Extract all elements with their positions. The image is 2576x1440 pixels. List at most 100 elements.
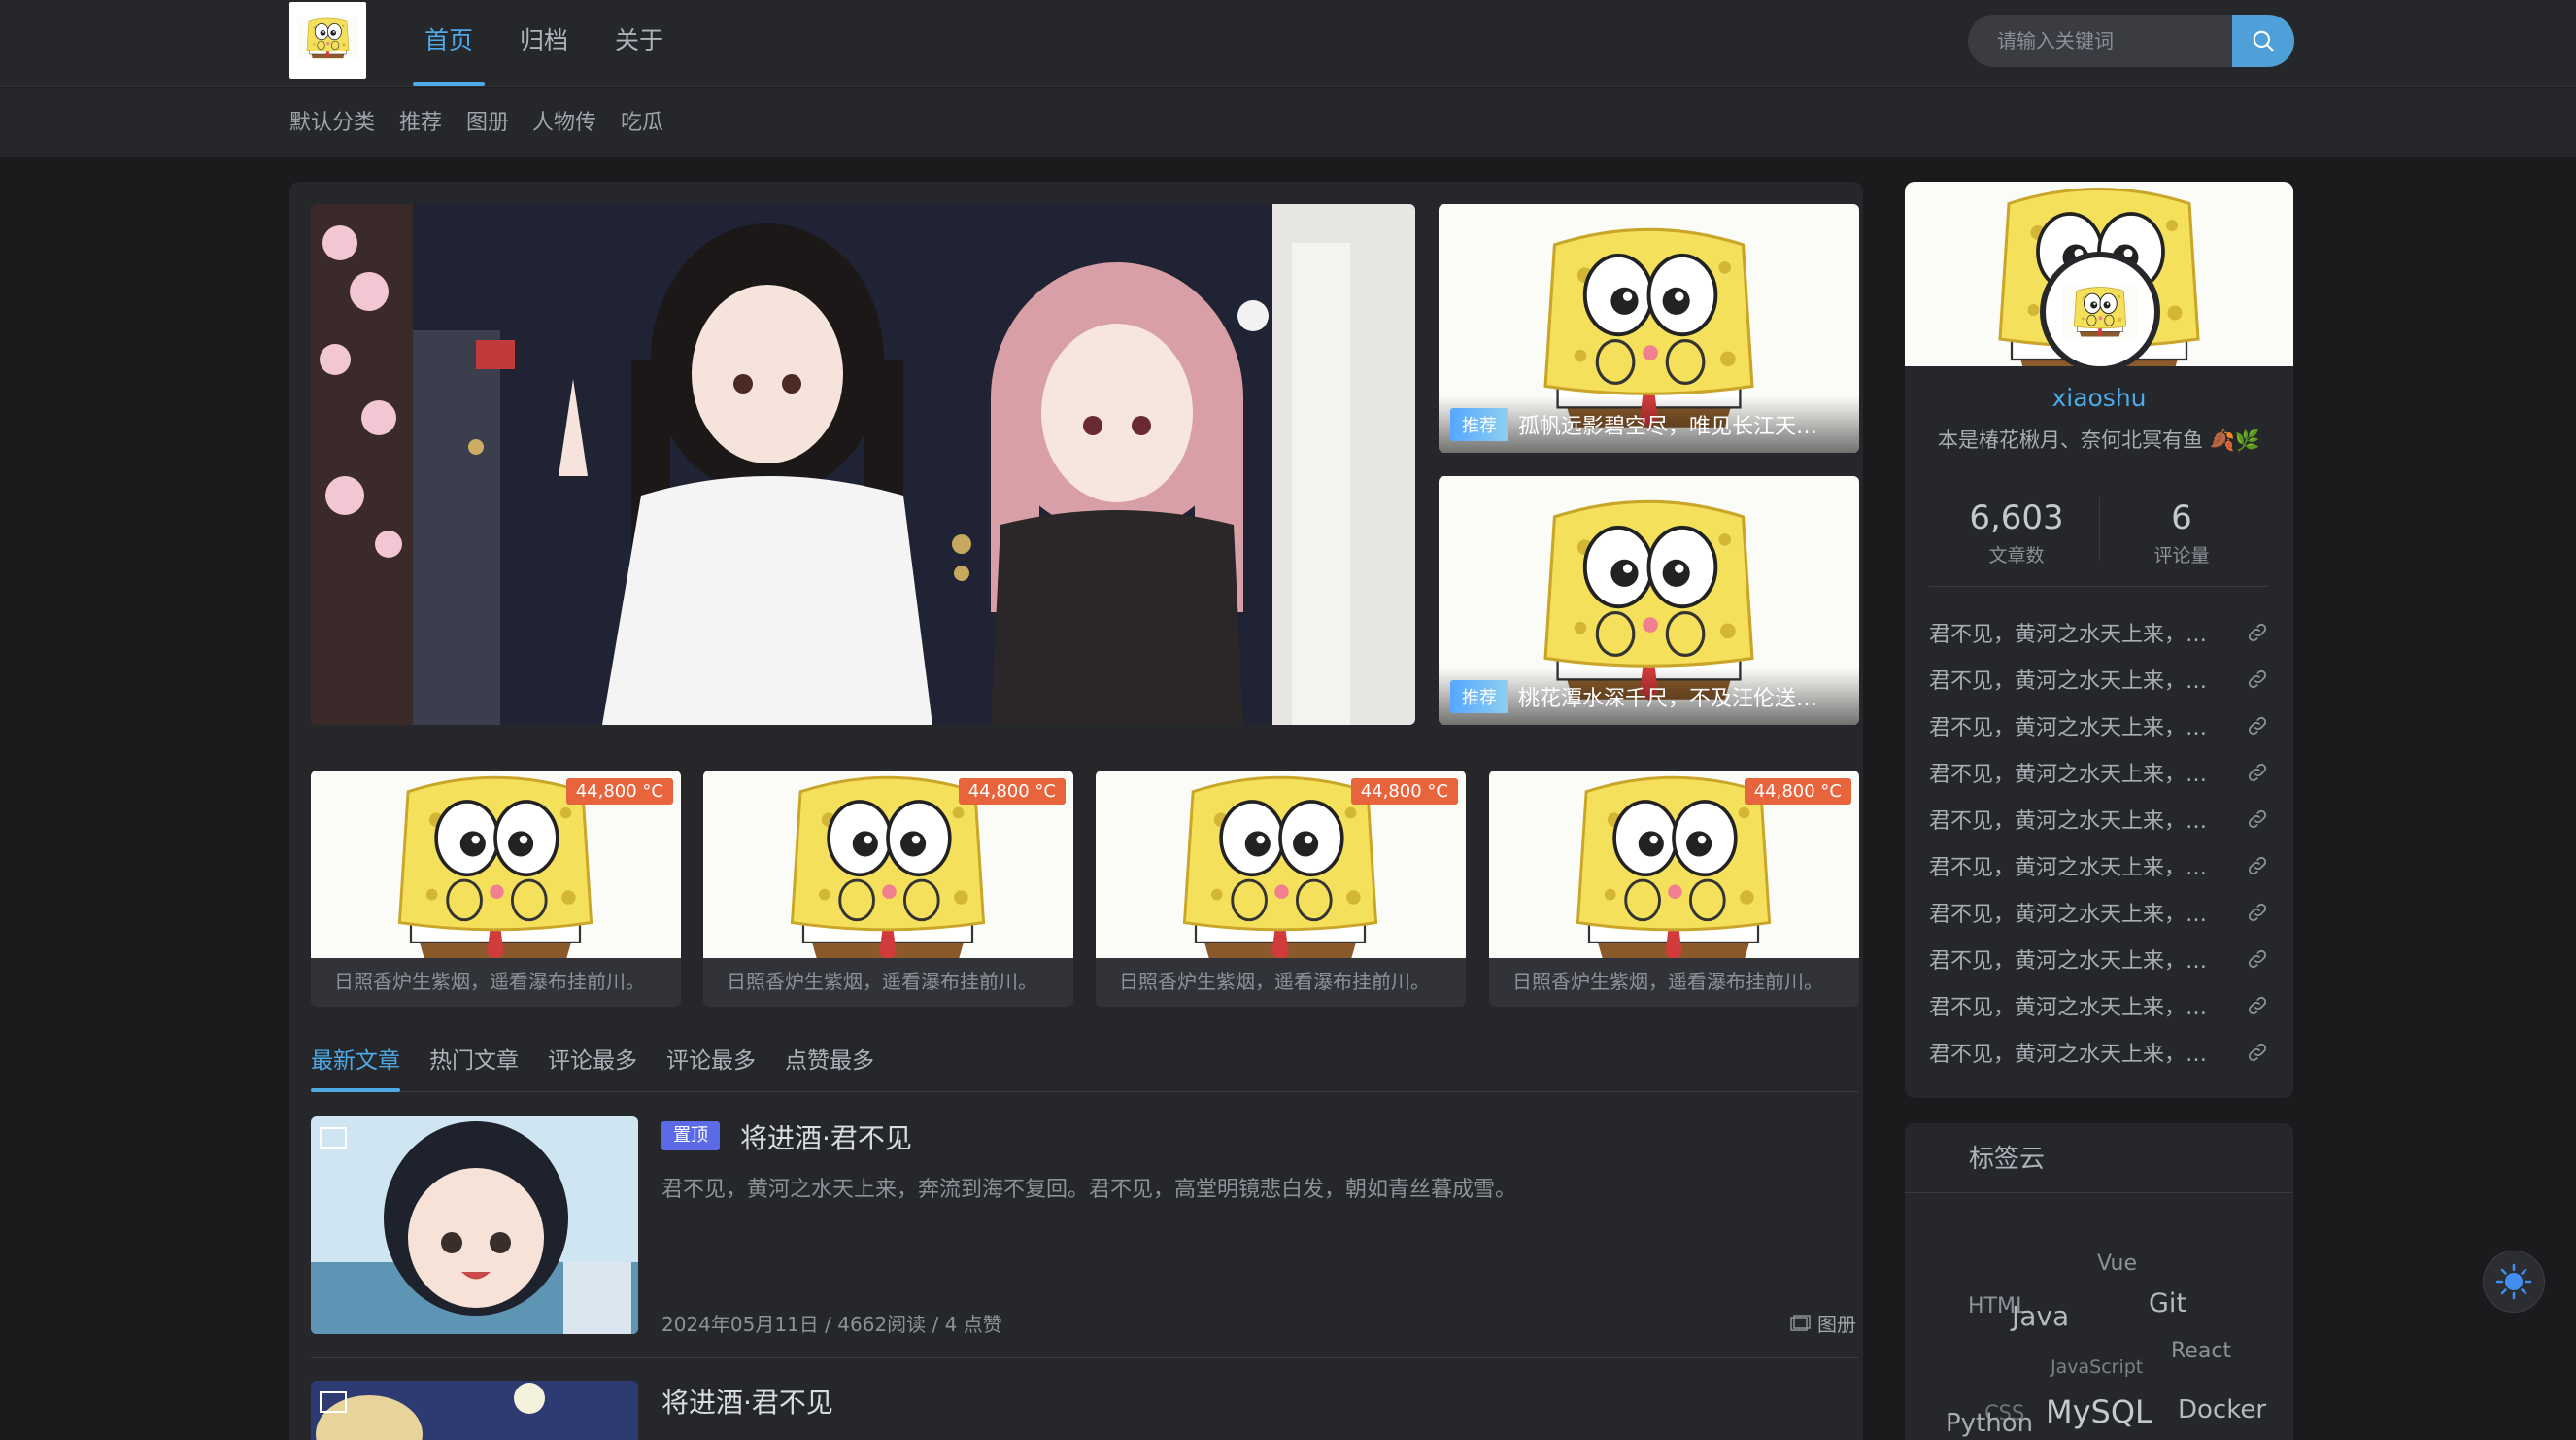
tab-popular[interactable]: 热门文章 <box>429 1042 519 1075</box>
tag-cloud-title: 标签云 <box>1969 1145 2046 1174</box>
hot-post-caption: 日照香炉生紫烟，遥看瀑布挂前川。 <box>727 970 1037 993</box>
category-biography[interactable]: 人物传 <box>532 88 596 158</box>
sidebar-link-text: 君不见，黄河之水天上来，奔流到海不复回 <box>1929 996 2220 1020</box>
tab-active-indicator <box>311 1088 400 1092</box>
meta-separator: / <box>932 1313 945 1336</box>
tag-docker[interactable]: Docker <box>2178 1395 2266 1424</box>
tag-cloud-card: 标签云 Vue HTML Java Git React JavaScript C… <box>1905 1123 2293 1440</box>
article-category-link[interactable]: 图册 <box>1790 1309 1856 1337</box>
avatar[interactable] <box>2040 252 2160 372</box>
tag-javascript[interactable]: JavaScript <box>2051 1356 2143 1378</box>
sidebar-link-row[interactable]: 君不见，黄河之水天上来，奔流到海不复回 <box>1929 1033 2269 1072</box>
featured-side-card[interactable]: 推荐 孤帆远影碧空尽，唯见长江天际流。 <box>1439 204 1859 453</box>
profile-name[interactable]: xiaoshu <box>1905 384 2293 412</box>
profile-bio: 本是椿花楸月、奈何北冥有鱼 🍂🌿 <box>1938 429 2260 452</box>
hot-post-caption: 日照香炉生紫烟，遥看瀑布挂前川。 <box>334 970 645 993</box>
hot-post-card[interactable]: 44,800 °C 日照香炉生紫烟，遥看瀑布挂前川。 <box>311 771 681 1007</box>
stat-divider <box>2099 497 2100 561</box>
sidebar-link-text: 君不见，黄河之水天上来，奔流到海不复回 <box>1929 669 2220 694</box>
hot-post-card[interactable]: 44,800 °C 日照香炉生紫烟，遥看瀑布挂前川。 <box>1489 771 1859 1007</box>
article-meta: 2024年05月11日 / 4662阅读 / 4 点赞 <box>661 1309 1002 1337</box>
search-input[interactable] <box>1968 15 2232 67</box>
sidebar-link-text: 君不见，黄河之水天上来，奔流到海不复回 <box>1929 1043 2220 1067</box>
sidebar-link-row[interactable]: 君不见，黄河之水天上来，奔流到海不复回 <box>1929 986 2269 1025</box>
article-thumbnail[interactable] <box>311 1381 638 1440</box>
article-excerpt: 君不见，黄河之水天上来，奔流到海不复回。君不见，高堂明镜悲白发，朝如青丝暮成雪。 <box>661 1178 1517 1202</box>
hot-post-caption: 日照香炉生紫烟，遥看瀑布挂前川。 <box>1512 970 1823 993</box>
recommend-badge: 推荐 <box>1450 680 1508 713</box>
side-card-caption: 推荐 桃花潭水深千尺，不及汪伦送我情。 <box>1439 669 1859 725</box>
theme-toggle-button[interactable] <box>2483 1251 2545 1313</box>
sidebar-link-text: 君不见，黄河之水天上来，奔流到海不复回 <box>1929 949 2220 974</box>
tab-most-likes[interactable]: 点赞最多 <box>785 1042 874 1075</box>
link-icon <box>2246 1041 2269 1064</box>
tag-git[interactable]: Git <box>2149 1288 2186 1319</box>
profile-divider <box>1929 586 2269 587</box>
article-title[interactable]: 将进酒·君不见 <box>740 1117 912 1156</box>
search-box <box>1968 15 2232 67</box>
nav-about[interactable]: 关于 <box>615 0 663 86</box>
tag-vue[interactable]: Vue <box>2097 1251 2137 1276</box>
category-album[interactable]: 图册 <box>466 88 509 158</box>
featured-side-card[interactable]: 推荐 桃花潭水深千尺，不及汪伦送我情。 <box>1439 476 1859 725</box>
hot-post-card[interactable]: 44,800 °C 日照香炉生紫烟，遥看瀑布挂前川。 <box>1096 771 1466 1007</box>
post-count-label: 文章数 <box>1988 545 2045 566</box>
nav-archive[interactable]: 归档 <box>520 0 568 86</box>
sidebar-link-row[interactable]: 君不见，黄河之水天上来，奔流到海不复回 <box>1929 660 2269 699</box>
article-divider <box>311 1357 1859 1358</box>
sidebar-link-row[interactable]: 君不见，黄河之水天上来，奔流到海不复回 <box>1929 846 2269 885</box>
tag-python[interactable]: Python <box>1946 1409 2033 1438</box>
tab-most-comments-2[interactable]: 评论最多 <box>666 1042 756 1075</box>
sidebar-link-text: 君不见，黄河之水天上来，奔流到海不复回 <box>1929 763 2220 787</box>
sidebar-link-text: 君不见，黄河之水天上来，奔流到海不复回 <box>1929 903 2220 927</box>
sidebar-link-text: 君不见，黄河之水天上来，奔流到海不复回 <box>1929 856 2220 880</box>
article-title[interactable]: 将进酒·君不见 <box>661 1382 833 1421</box>
comment-count: 6 <box>2171 498 2192 537</box>
site-logo[interactable] <box>289 2 366 79</box>
side-card-caption: 推荐 孤帆远影碧空尽，唯见长江天际流。 <box>1439 396 1859 453</box>
hero-carousel-image[interactable] <box>311 204 1415 725</box>
tag-react[interactable]: React <box>2171 1339 2231 1363</box>
pinned-badge: 置顶 <box>661 1121 720 1150</box>
sun-icon <box>2495 1263 2532 1300</box>
search-button[interactable] <box>2232 15 2294 67</box>
heat-badge: 44,800 °C <box>1744 778 1851 805</box>
sidebar-link-row[interactable]: 君不见，黄河之水天上来，奔流到海不复回 <box>1929 753 2269 792</box>
heat-badge: 44,800 °C <box>958 778 1066 805</box>
hot-post-caption: 日照香炉生紫烟，遥看瀑布挂前川。 <box>1119 970 1430 993</box>
sidebar-link-row[interactable]: 君不见，黄河之水天上来，奔流到海不复回 <box>1929 940 2269 978</box>
sidebar-link-row[interactable]: 君不见，黄河之水天上来，奔流到海不复回 <box>1929 706 2269 745</box>
tag-cloud-divider <box>1905 1192 2293 1193</box>
link-icon <box>2246 714 2269 737</box>
article-reads: 4662阅读 <box>837 1313 927 1336</box>
link-icon <box>2246 807 2269 831</box>
tab-latest[interactable]: 最新文章 <box>311 1042 400 1075</box>
comment-count-label: 评论量 <box>2153 545 2210 566</box>
category-recommend[interactable]: 推荐 <box>399 88 442 158</box>
nav-home[interactable]: 首页 <box>424 0 473 86</box>
recommend-badge: 推荐 <box>1450 408 1508 441</box>
side-card-title: 孤帆远影碧空尽，唯见长江天际流。 <box>1518 415 1839 439</box>
category-default[interactable]: 默认分类 <box>289 88 375 158</box>
nav-active-indicator <box>413 82 485 86</box>
sidebar-link-row[interactable]: 君不见，黄河之水天上来，奔流到海不复回 <box>1929 893 2269 932</box>
link-icon <box>2246 994 2269 1017</box>
category-gossip[interactable]: 吃瓜 <box>621 88 663 158</box>
article-thumbnail[interactable] <box>311 1116 638 1334</box>
tab-most-comments[interactable]: 评论最多 <box>548 1042 637 1075</box>
tag-mysql[interactable]: MySQL <box>2046 1393 2152 1430</box>
link-icon <box>2246 901 2269 924</box>
album-icon <box>1790 1314 1811 1331</box>
sidebar-link-text: 君不见，黄河之水天上来，奔流到海不复回 <box>1929 716 2220 740</box>
link-icon <box>2246 854 2269 877</box>
tag-java[interactable]: Java <box>2012 1300 2069 1332</box>
profile-card: xiaoshu 本是椿花楸月、奈何北冥有鱼 🍂🌿 6,603 文章数 6 评论量… <box>1905 182 2293 1098</box>
link-icon <box>2246 621 2269 644</box>
link-icon <box>2246 947 2269 971</box>
sidebar-link-row[interactable]: 君不见，黄河之水天上来，奔流到海不复回 <box>1929 613 2269 652</box>
hot-post-card[interactable]: 44,800 °C 日照香炉生紫烟，遥看瀑布挂前川。 <box>703 771 1073 1007</box>
sidebar-link-row[interactable]: 君不见，黄河之水天上来，奔流到海不复回 <box>1929 800 2269 839</box>
link-icon <box>2246 668 2269 691</box>
sidebar-link-text: 君不见，黄河之水天上来，奔流到海不复回 <box>1929 623 2220 647</box>
category-bar: 默认分类 推荐 图册 人物传 吃瓜 <box>0 88 2576 157</box>
